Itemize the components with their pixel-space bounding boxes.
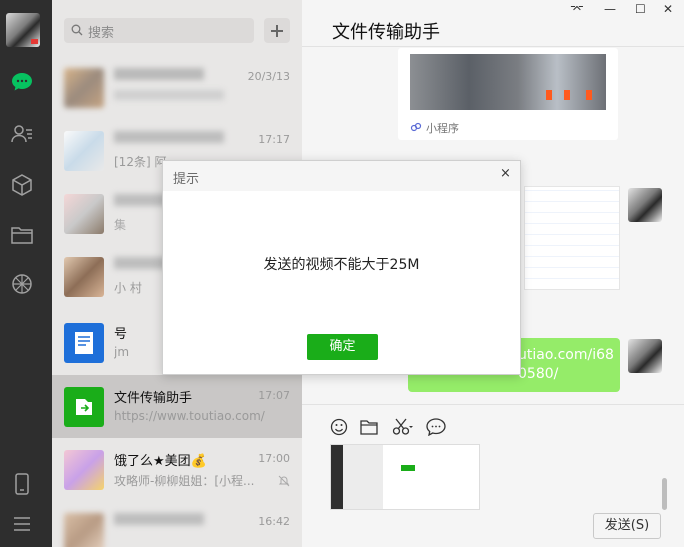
minimize-button[interactable]: —	[604, 2, 616, 16]
miniprogram-image	[410, 54, 606, 110]
dialog-close-button[interactable]: ×	[500, 166, 511, 181]
scrollbar[interactable]	[662, 478, 667, 510]
maximize-button[interactable]: ☐	[635, 2, 646, 16]
chat-avatar	[64, 513, 104, 547]
chat-name: 饿了么★美团💰	[114, 454, 207, 469]
conversation-title: 文件传输助手	[332, 22, 440, 43]
chat-avatar	[64, 257, 104, 297]
chat-list-item[interactable]: 20/3/13	[52, 56, 302, 119]
pin-window-icon[interactable]: ⌤	[570, 2, 584, 16]
chat-history-icon[interactable]	[426, 418, 446, 436]
image-message[interactable]	[524, 186, 620, 290]
chat-avatar	[64, 68, 104, 108]
thumb-sidebar	[331, 445, 343, 509]
miniprogram-label: 小程序	[426, 122, 459, 135]
alert-dialog: 提示 × 发送的视频不能大于25M 确定	[162, 160, 521, 375]
sidebar	[0, 0, 52, 547]
dialog-ok-button[interactable]: 确定	[307, 334, 378, 360]
chat-list-item[interactable]: 饿了么★美团💰 17:00 攻略师-柳柳姐姐：[小程...	[52, 438, 302, 501]
search-placeholder: 搜索	[88, 26, 115, 41]
chat-time: 17:17	[258, 133, 290, 146]
chat-preview: https://www.toutiao.com/	[114, 409, 265, 423]
thumb-list	[343, 445, 383, 509]
sender-avatar[interactable]	[628, 188, 662, 222]
chat-preview: 攻略师-柳柳姐姐：[小程...	[114, 474, 255, 488]
dialog-header	[163, 161, 520, 191]
chat-name	[114, 513, 204, 525]
send-button[interactable]: 发送(S)	[593, 513, 661, 539]
chat-time: 20/3/13	[247, 70, 290, 83]
chat-time: 17:07	[258, 389, 290, 402]
thumb-button	[401, 465, 415, 471]
attached-screenshot-thumbnail[interactable]	[330, 444, 480, 510]
chat-avatar	[64, 450, 104, 490]
menu-icon[interactable]	[10, 512, 34, 536]
chat-avatar	[64, 194, 104, 234]
sender-avatar[interactable]	[628, 339, 662, 373]
chat-icon[interactable]	[10, 70, 34, 94]
moments-icon[interactable]	[10, 272, 34, 296]
close-window-button[interactable]: ✕	[663, 2, 673, 16]
emoji-icon[interactable]	[330, 418, 348, 436]
folder-icon[interactable]	[360, 418, 378, 436]
chat-list-item[interactable]: 16:42	[52, 501, 302, 547]
miniprogram-icon	[410, 122, 422, 132]
dialog-message: 发送的视频不能大于25M	[263, 257, 420, 273]
chat-preview	[114, 90, 224, 100]
header-divider	[302, 46, 684, 47]
file-transfer-icon	[76, 399, 92, 415]
chat-name: 号	[114, 327, 128, 342]
file-transfer-avatar	[64, 387, 104, 427]
search-icon	[71, 24, 83, 36]
screenshot-scissors-icon[interactable]	[392, 418, 414, 436]
chat-avatar	[64, 323, 104, 363]
chat-time: 16:42	[258, 515, 290, 528]
composer-divider	[302, 404, 684, 405]
phone-icon[interactable]	[10, 472, 34, 496]
dialog-title: 提示	[173, 172, 200, 187]
files-icon[interactable]	[10, 223, 34, 247]
contacts-icon[interactable]	[10, 122, 34, 146]
chat-name: 文件传输助手	[114, 391, 193, 406]
search-input[interactable]: 搜索	[64, 18, 254, 43]
add-chat-button[interactable]	[264, 18, 290, 43]
chat-name	[114, 131, 224, 143]
chat-list-item-file-transfer[interactable]: 文件传输助手 17:07 https://www.toutiao.com/	[52, 375, 302, 438]
chat-time: 17:00	[258, 452, 290, 465]
chat-name	[114, 68, 204, 80]
favorites-icon[interactable]	[10, 173, 34, 197]
miniprogram-card[interactable]: 小程序	[398, 48, 618, 140]
user-avatar[interactable]	[6, 13, 40, 47]
chat-avatar	[64, 131, 104, 171]
document-icon	[75, 332, 93, 354]
mute-bell-icon	[278, 475, 290, 487]
link-text[interactable]: utiao.com/i68 0580/	[518, 346, 614, 384]
